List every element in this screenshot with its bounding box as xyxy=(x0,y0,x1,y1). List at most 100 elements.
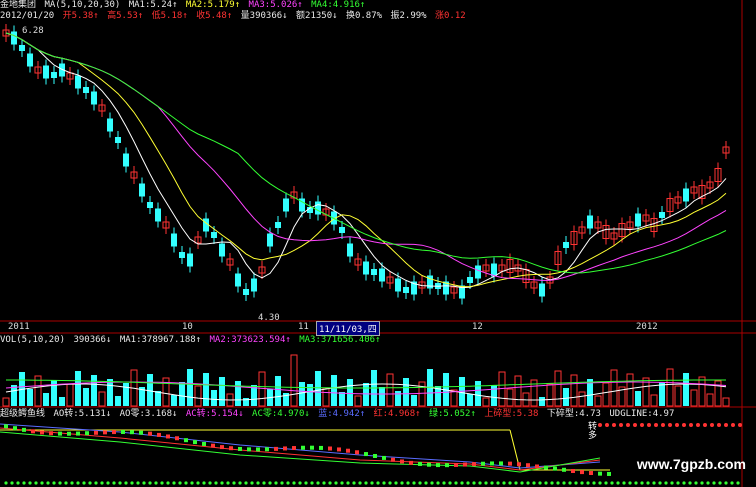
bottom-dot xyxy=(700,481,704,485)
ac-ling: AC零:4.970↓ xyxy=(252,409,310,419)
volume-bar xyxy=(467,394,473,406)
signal-dot xyxy=(220,445,224,450)
volume-bar xyxy=(115,396,121,406)
signal-dot xyxy=(418,461,422,466)
candle-body xyxy=(11,31,17,45)
top-dot xyxy=(738,423,742,427)
candle-body xyxy=(27,53,33,67)
volume-bar xyxy=(666,368,674,407)
candle-body xyxy=(395,278,401,292)
quote-amplitude: 振2.99% xyxy=(390,11,427,21)
volume-bar xyxy=(322,387,330,407)
signal-dot xyxy=(346,448,350,453)
bottom-dot xyxy=(628,481,632,485)
signal-dot xyxy=(310,445,314,450)
candle-body xyxy=(347,243,353,257)
signal-dot xyxy=(454,462,458,467)
bottom-dot xyxy=(238,481,242,485)
bottom-dot xyxy=(304,481,308,485)
bottom-dot xyxy=(688,481,692,485)
indicator-header: 超级鳄鱼线 AO转:5.131↓ AO零:3.168↓ AC转:5.154↓ A… xyxy=(0,409,677,419)
volume-bar xyxy=(602,382,610,407)
top-dot xyxy=(703,423,707,427)
signal-dot xyxy=(49,431,53,436)
volume-bar xyxy=(235,381,241,406)
volume-bar xyxy=(315,371,321,406)
bottom-dot xyxy=(124,481,128,485)
signal-dot xyxy=(598,471,602,476)
volume-bar xyxy=(275,376,281,406)
bottom-dot xyxy=(502,481,506,485)
bottom-dot xyxy=(550,481,554,485)
bottom-dot xyxy=(340,481,344,485)
signal-dot xyxy=(76,431,80,436)
bottom-dot xyxy=(196,481,200,485)
alligator-green-line xyxy=(0,431,601,473)
bottom-dot xyxy=(526,481,530,485)
signal-dot xyxy=(580,470,584,475)
signal-dot xyxy=(103,430,107,435)
top-dot xyxy=(626,423,630,427)
volume-bar xyxy=(2,397,10,407)
bottom-dot xyxy=(322,481,326,485)
bottom-dot xyxy=(442,481,446,485)
candle-body xyxy=(683,188,689,202)
candle-body xyxy=(115,137,121,143)
bottom-dot xyxy=(736,481,740,485)
bottom-dot xyxy=(310,481,314,485)
signal-dot xyxy=(526,463,530,468)
bottom-dot xyxy=(496,481,500,485)
date-label-2012: 2012 xyxy=(636,322,658,332)
bottom-dot xyxy=(190,481,194,485)
signal-dot xyxy=(4,424,8,429)
top-dot xyxy=(689,423,693,427)
volume-bar xyxy=(482,397,490,407)
bottom-dot xyxy=(472,481,476,485)
signal-dot xyxy=(409,460,413,465)
bottom-dot xyxy=(556,481,560,485)
volume-bar xyxy=(594,395,602,407)
bottom-dot xyxy=(514,481,518,485)
volume-bar xyxy=(418,381,426,407)
candle-body xyxy=(587,215,593,229)
volume-bar xyxy=(626,373,634,407)
bottom-dot xyxy=(142,481,146,485)
bottom-dot xyxy=(448,481,452,485)
signal-dot xyxy=(121,429,125,434)
bottom-dot xyxy=(358,481,362,485)
volume-bar xyxy=(211,390,217,406)
bottom-dot xyxy=(184,481,188,485)
candle-body xyxy=(155,208,161,222)
signal-dot xyxy=(58,431,62,436)
bottom-dot xyxy=(10,481,14,485)
bottom-dot xyxy=(16,481,20,485)
signal-dot xyxy=(229,446,233,451)
top-dot xyxy=(682,423,686,427)
ma4-line xyxy=(5,32,727,274)
volume-bar xyxy=(706,393,714,407)
bottom-dot xyxy=(532,481,536,485)
quote-close: 收5.48↑ xyxy=(196,11,233,21)
candle-body xyxy=(179,252,185,258)
signal-dot xyxy=(607,471,611,476)
volume-bar xyxy=(347,379,353,406)
candle-body xyxy=(83,87,89,93)
volume-bar xyxy=(690,389,698,407)
volume-bar xyxy=(203,373,209,406)
bottom-dot xyxy=(202,481,206,485)
volume-bar xyxy=(395,391,401,406)
candle-body xyxy=(91,91,97,105)
bottom-dot xyxy=(250,481,254,485)
signal-dot xyxy=(22,427,26,432)
signal-dot xyxy=(463,462,467,467)
candle-body xyxy=(371,269,377,275)
bottom-dot xyxy=(694,481,698,485)
watermark: www.7gpzb.com xyxy=(636,456,746,472)
top-dot xyxy=(668,423,672,427)
signal-dot xyxy=(508,461,512,466)
signal-dot xyxy=(337,447,341,452)
bottom-dot xyxy=(580,481,584,485)
ma2-value: MA2:5.179↑ xyxy=(185,0,241,10)
candle-body xyxy=(43,65,49,79)
signal-dot xyxy=(94,430,98,435)
